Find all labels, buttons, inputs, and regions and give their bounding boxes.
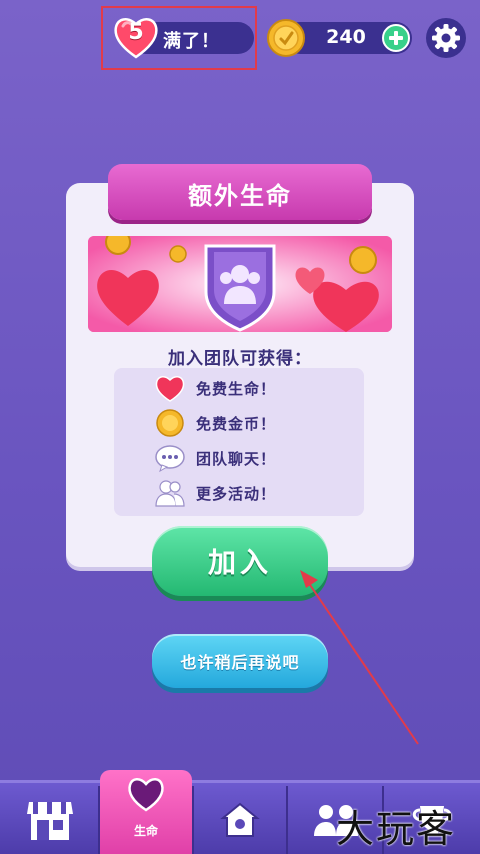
people-icon xyxy=(155,480,185,507)
heart-icon xyxy=(155,376,185,402)
settings-button[interactable] xyxy=(426,18,466,58)
coin-icon xyxy=(156,409,184,437)
chat-icon xyxy=(155,445,185,473)
benefit-label: 更多活动！ xyxy=(196,484,277,503)
benefit-label: 免费生命！ xyxy=(196,379,277,398)
list-item: 团队聊天！ xyxy=(154,443,276,473)
dialog-title: 额外生命 xyxy=(188,182,292,210)
coin-count: 240 xyxy=(326,26,366,48)
coin-icon xyxy=(349,246,377,274)
gear-icon xyxy=(432,24,460,52)
benefit-label: 团队聊天！ xyxy=(196,449,277,468)
coin-icon xyxy=(169,245,187,263)
nav-item-shop[interactable] xyxy=(2,786,98,854)
dialog-subtitle: 加入团队可获得： xyxy=(168,349,312,369)
highlight-box xyxy=(101,6,257,70)
home-icon xyxy=(220,802,260,837)
add-coins-button[interactable] xyxy=(382,24,410,52)
watermark: 大玩客 xyxy=(336,807,457,851)
coin-icon xyxy=(105,236,131,255)
list-item: 更多活动！ xyxy=(154,478,276,508)
benefit-label: 免费金币！ xyxy=(196,414,277,433)
team-banner-image xyxy=(88,236,392,332)
coin-icon xyxy=(267,19,305,57)
list-item: 免费生命！ xyxy=(154,373,276,403)
nav-item-home[interactable] xyxy=(192,786,288,854)
plus-icon xyxy=(389,31,403,45)
shop-icon xyxy=(27,802,73,840)
list-item: 免费金币！ xyxy=(154,408,276,438)
nav-item-label: 生命 xyxy=(133,824,158,838)
heart-icon xyxy=(128,778,164,812)
maybe-later-button[interactable]: 也许稍后再说吧 xyxy=(152,634,328,688)
join-button[interactable]: 加入 xyxy=(152,526,328,596)
